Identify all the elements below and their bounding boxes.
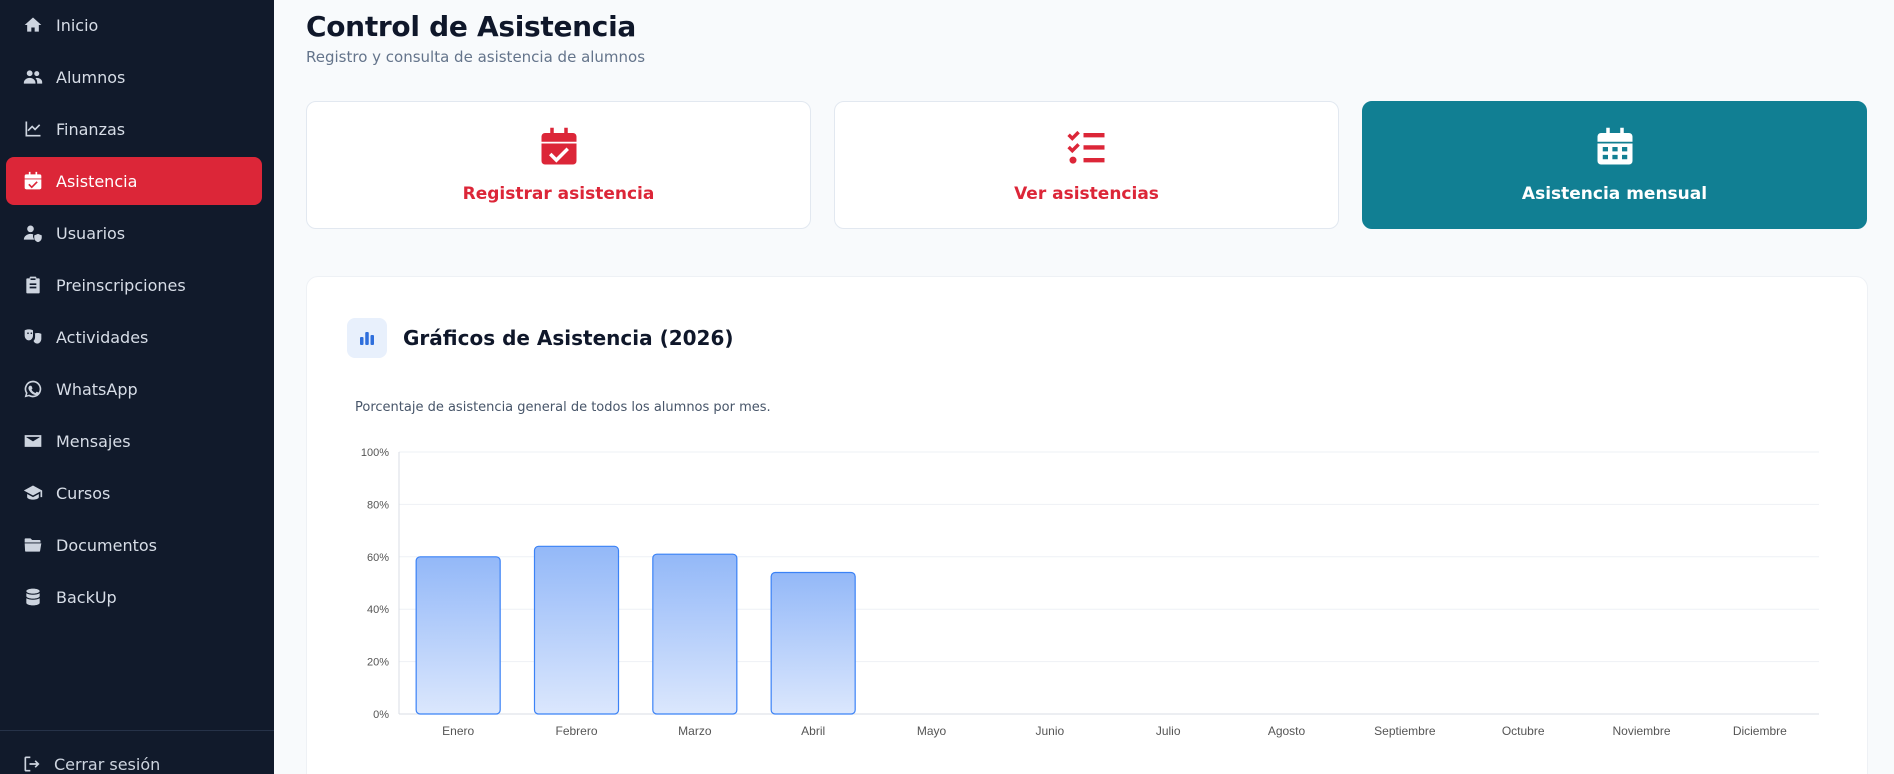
- monthly-attendance-label: Asistencia mensual: [1521, 184, 1708, 204]
- sidebar-item-label: Cursos: [56, 483, 111, 503]
- y-tick-label: 40%: [367, 604, 389, 616]
- bar-enero[interactable]: [415, 556, 501, 715]
- x-tick-label: Octubre: [1502, 724, 1545, 738]
- chart-line-icon: [22, 118, 44, 140]
- y-tick-label: 100%: [361, 447, 389, 459]
- envelope-icon: [22, 430, 44, 452]
- x-tick-label: Julio: [1156, 724, 1181, 738]
- x-tick-label: Mayo: [917, 724, 947, 738]
- sidebar-item-label: WhatsApp: [56, 379, 138, 399]
- y-tick-label: 80%: [367, 499, 389, 511]
- sidebar: Inicio Alumnos Finanzas Asistencia Usuarios P…: [0, 0, 274, 774]
- register-attendance-button[interactable]: Registrar asistencia: [306, 101, 811, 229]
- y-tick-label: 60%: [367, 552, 389, 564]
- sidebar-item-label: Preinscripciones: [56, 275, 186, 295]
- register-attendance-label: Registrar asistencia: [462, 184, 655, 204]
- bar-marzo[interactable]: [652, 553, 738, 715]
- user-shield-icon: [22, 222, 44, 244]
- sidebar-item-label: Asistencia: [56, 171, 138, 191]
- x-tick-label: Septiembre: [1374, 724, 1436, 738]
- graduation-cap-icon: [22, 482, 44, 504]
- sidebar-item-inicio[interactable]: Inicio: [6, 1, 262, 49]
- sidebar-item-label: Actividades: [56, 327, 149, 347]
- x-tick-label: Agosto: [1268, 724, 1306, 738]
- sidebar-item-backup[interactable]: BackUp: [6, 573, 262, 621]
- x-tick-label: Abril: [801, 724, 825, 738]
- users-icon: [22, 66, 44, 88]
- masks-icon: [22, 326, 44, 348]
- view-attendance-button[interactable]: Ver asistencias: [834, 101, 1339, 229]
- x-tick-label: Febrero: [555, 724, 597, 738]
- sidebar-item-preinscripciones[interactable]: Preinscripciones: [6, 261, 262, 309]
- sidebar-item-label: Mensajes: [56, 431, 131, 451]
- y-tick-label: 0%: [373, 709, 389, 721]
- sidebar-item-asistencia[interactable]: Asistencia: [6, 157, 262, 205]
- database-icon: [22, 586, 44, 608]
- sidebar-item-label: Usuarios: [56, 223, 126, 243]
- calendar-check-icon: [22, 170, 44, 192]
- sidebar-divider: [0, 730, 274, 731]
- bar-abril[interactable]: [770, 571, 856, 715]
- clipboard-icon: [22, 274, 44, 296]
- sidebar-item-label: Documentos: [56, 535, 158, 555]
- sidebar-item-usuarios[interactable]: Usuarios: [6, 209, 262, 257]
- page-subtitle: Registro y consulta de asistencia de alu…: [306, 48, 646, 66]
- logout-label: Cerrar sesión: [54, 754, 161, 774]
- x-tick-label: Junio: [1035, 724, 1064, 738]
- y-tick-label: 20%: [367, 657, 389, 669]
- bar-febrero[interactable]: [533, 545, 620, 715]
- sidebar-item-label: BackUp: [56, 587, 117, 607]
- attendance-bar-chart: 0% 20% 40% 60% 80% 100% Enero Febrero Marzo Abril…: [361, 447, 1819, 738]
- x-tick-label: Marzo: [678, 724, 712, 738]
- attendance-chart-panel: Gráficos de Asistencia (2026) Porcentaje…: [306, 276, 1868, 774]
- sidebar-item-label: Finanzas: [56, 119, 126, 139]
- whatsapp-icon: [22, 378, 44, 400]
- x-tick-label: Enero: [442, 724, 474, 738]
- folder-icon: [22, 534, 44, 556]
- page-title: Control de Asistencia: [306, 10, 636, 43]
- monthly-attendance-button[interactable]: Asistencia mensual: [1362, 101, 1867, 229]
- view-attendance-label: Ver asistencias: [1014, 184, 1159, 204]
- logout-icon: [24, 756, 40, 772]
- sidebar-item-mensajes[interactable]: Mensajes: [6, 417, 262, 465]
- home-icon: [22, 14, 44, 36]
- x-tick-label: Diciembre: [1733, 724, 1787, 738]
- sidebar-item-alumnos[interactable]: Alumnos: [6, 53, 262, 101]
- sidebar-item-finanzas[interactable]: Finanzas: [6, 105, 262, 153]
- list-check-icon: [1066, 126, 1108, 172]
- sidebar-item-documentos[interactable]: Documentos: [6, 521, 262, 569]
- x-tick-label: Noviembre: [1612, 724, 1670, 738]
- sidebar-item-whatsapp[interactable]: WhatsApp: [6, 365, 262, 413]
- calendar-grid-icon: [1594, 126, 1636, 172]
- logout-button[interactable]: Cerrar sesión: [22, 754, 160, 774]
- sidebar-item-label: Alumnos: [56, 67, 126, 87]
- sidebar-item-actividades[interactable]: Actividades: [6, 313, 262, 361]
- sidebar-item-cursos[interactable]: Cursos: [6, 469, 262, 517]
- calendar-check-icon: [538, 126, 580, 172]
- sidebar-item-label: Inicio: [56, 15, 99, 35]
